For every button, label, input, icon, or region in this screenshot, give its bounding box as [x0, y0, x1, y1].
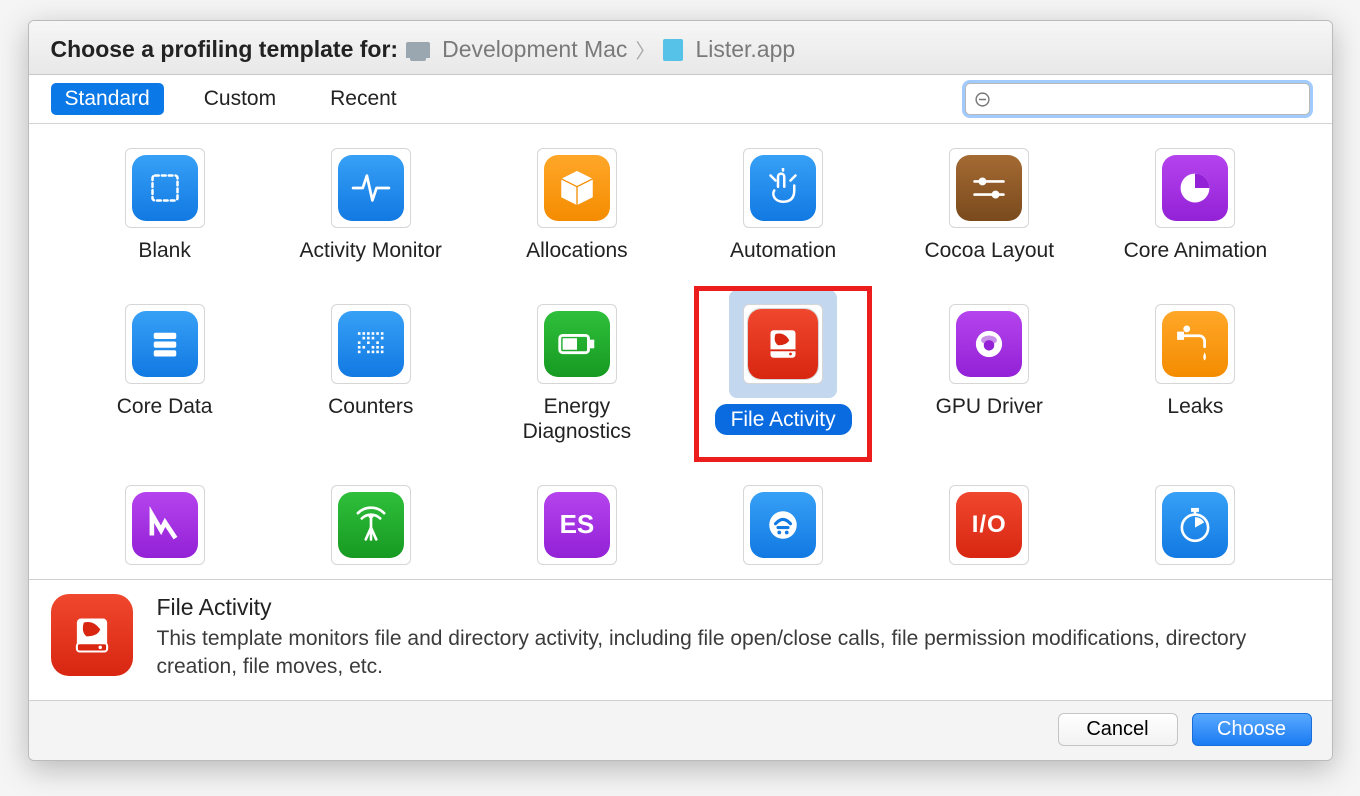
chevron-right-icon: 〉: [635, 35, 655, 64]
choose-button[interactable]: Choose: [1192, 713, 1312, 746]
template-label: Automation: [730, 238, 836, 263]
pie-quarter-icon: [1162, 155, 1228, 221]
matrix-icon: [338, 311, 404, 377]
app-icon: [663, 39, 683, 61]
template-automation[interactable]: Automation: [685, 148, 881, 268]
pulse-icon: [338, 155, 404, 221]
template-system-trace[interactable]: I/O: [891, 485, 1087, 579]
mac-icon: [406, 42, 430, 58]
search-input[interactable]: [997, 90, 1301, 108]
disk-icon: [70, 613, 114, 657]
template-label: Cocoa Layout: [924, 238, 1054, 263]
description-text: File Activity This template monitors fil…: [157, 594, 1310, 682]
filter-icon: [974, 91, 991, 108]
io-text-icon: I/O: [956, 492, 1022, 558]
template-label: Counters: [328, 394, 413, 419]
tab-custom[interactable]: Custom: [190, 83, 290, 115]
template-label: Energy Diagnostics: [487, 394, 667, 444]
search-field[interactable]: [965, 83, 1310, 115]
template-label: Activity Monitor: [300, 238, 442, 263]
template-label: Leaks: [1167, 394, 1223, 419]
stack-icon: [132, 311, 198, 377]
footer: Cancel Choose: [29, 700, 1332, 760]
template-grid: Blank Activity Monitor Allocations Automati…: [29, 124, 1332, 579]
category-segmented: Standard Custom Recent: [51, 83, 411, 115]
template-core-data[interactable]: Core Data: [67, 304, 263, 449]
phone-icon: [750, 492, 816, 558]
template-metal[interactable]: [67, 485, 263, 579]
battery-icon: [544, 311, 610, 377]
breadcrumb-app[interactable]: Lister.app: [695, 36, 795, 63]
titlebar: Choose a profiling template for: Develop…: [29, 21, 1332, 75]
tab-standard[interactable]: Standard: [51, 83, 164, 115]
es-text-icon: ES: [544, 492, 610, 558]
tab-recent[interactable]: Recent: [316, 83, 411, 115]
template-blank[interactable]: Blank: [67, 148, 263, 268]
toolbar: Standard Custom Recent: [29, 75, 1332, 124]
hand-tap-icon: [750, 155, 816, 221]
faucet-drip-icon: [1162, 311, 1228, 377]
template-leaks[interactable]: Leaks: [1097, 304, 1293, 449]
stopwatch-icon: [1162, 492, 1228, 558]
template-event-sampler[interactable]: ES: [479, 485, 675, 579]
template-file-activity[interactable]: File Activity: [685, 304, 881, 449]
template-time-profiler[interactable]: [1097, 485, 1293, 579]
description-panel: File Activity This template monitors fil…: [29, 579, 1332, 700]
cancel-button[interactable]: Cancel: [1058, 713, 1178, 746]
breadcrumb: Development Mac 〉 Lister.app: [406, 35, 795, 64]
template-counters[interactable]: Counters: [273, 304, 469, 449]
description-title: File Activity: [157, 594, 1310, 621]
template-label: GPU Driver: [936, 394, 1043, 419]
template-chooser-window: Choose a profiling template for: Develop…: [28, 20, 1333, 761]
template-label: Blank: [138, 238, 191, 263]
description-body: This template monitors file and director…: [157, 625, 1310, 682]
template-label: Core Animation: [1124, 238, 1268, 263]
antenna-icon: [338, 492, 404, 558]
template-network[interactable]: [273, 485, 469, 579]
title-prefix: Choose a profiling template for:: [51, 36, 399, 63]
disk-icon: [747, 308, 819, 380]
template-system-call[interactable]: [685, 485, 881, 579]
description-icon: [51, 594, 133, 676]
template-energy[interactable]: Energy Diagnostics: [479, 304, 675, 449]
template-label: Allocations: [526, 238, 628, 263]
sliders-icon: [956, 155, 1022, 221]
template-cocoa-layout[interactable]: Cocoa Layout: [891, 148, 1087, 268]
template-core-animation[interactable]: Core Animation: [1097, 148, 1293, 268]
template-label: File Activity: [715, 404, 852, 435]
breadcrumb-device[interactable]: Development Mac: [442, 36, 627, 63]
dashed-square-icon: [132, 155, 198, 221]
template-activity[interactable]: Activity Monitor: [273, 148, 469, 268]
orb-icon: [956, 311, 1022, 377]
template-label: Core Data: [117, 394, 213, 419]
template-allocations[interactable]: Allocations: [479, 148, 675, 268]
m-bolt-icon: [132, 492, 198, 558]
cube-icon: [544, 155, 610, 221]
template-gpu-driver[interactable]: GPU Driver: [891, 304, 1087, 449]
